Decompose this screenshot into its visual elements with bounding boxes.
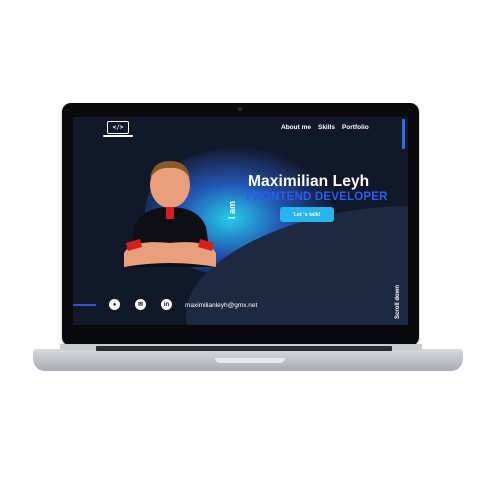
github-icon[interactable]: ● <box>109 299 120 310</box>
mail-icon[interactable]: ✉ <box>135 299 146 310</box>
intro-text-wrap: I am <box>227 197 239 227</box>
laptop-lid: </> About me Skills Portfolio I am Maxim <box>62 103 419 346</box>
scroll-down-link[interactable]: Scroll down <box>395 285 401 319</box>
nav-link-portfolio[interactable]: Portfolio <box>342 124 369 131</box>
nav-link-about[interactable]: About me <box>281 124 311 131</box>
portfolio-screen: </> About me Skills Portfolio I am Maxim <box>73 117 408 325</box>
linkedin-icon[interactable]: in <box>161 299 172 310</box>
laptop-notch <box>215 358 285 363</box>
hero-name: Maximilian Leyh <box>248 173 370 190</box>
scrollbar[interactable] <box>402 119 405 149</box>
logo-base <box>103 135 133 137</box>
main-nav: About me Skills Portfolio <box>281 124 369 131</box>
laptop-mockup: </> About me Skills Portfolio I am Maxim <box>0 0 500 500</box>
intro-text: I am <box>227 200 237 219</box>
hero-role: FRONTEND DEVELOPER <box>246 191 388 203</box>
profile-photo <box>124 161 216 267</box>
nav-link-skills[interactable]: Skills <box>318 124 335 131</box>
logo-icon[interactable]: </> <box>107 121 129 134</box>
footer-accent-line <box>73 304 96 306</box>
camera-icon <box>238 107 242 111</box>
lets-talk-button[interactable]: Let 's talk! <box>280 207 334 222</box>
email-link[interactable]: maximilianleyh@gmx.net <box>185 302 257 309</box>
keyboard-strip <box>96 346 392 351</box>
scroll-down-wrap: Scroll down <box>394 267 406 325</box>
